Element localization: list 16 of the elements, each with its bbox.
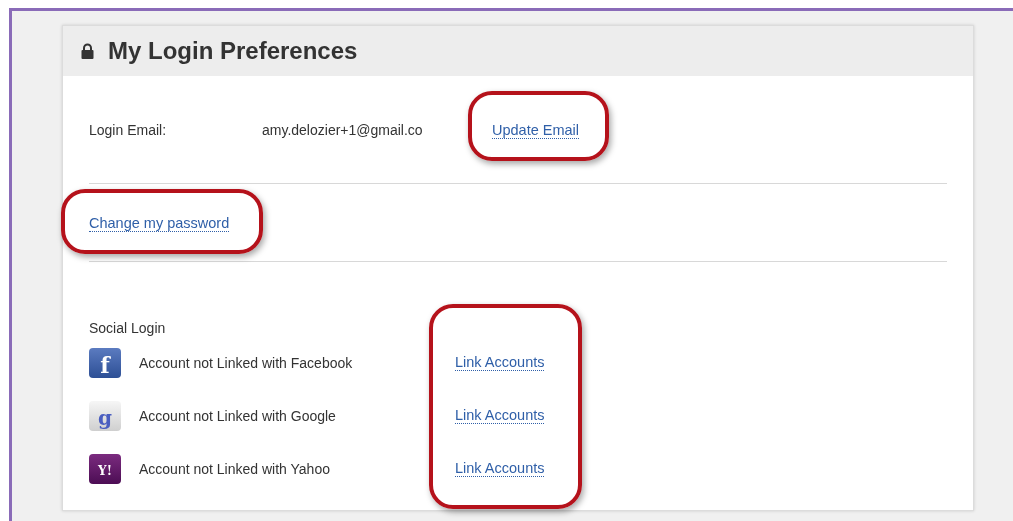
link-accounts-link[interactable]: Link Accounts	[455, 407, 545, 424]
link-status: Account not Linked with Google	[139, 407, 336, 424]
link-accounts-link[interactable]: Link Accounts	[455, 460, 545, 477]
link-status: Account not Linked with Facebook	[139, 354, 353, 371]
link-accounts-link[interactable]: Link Accounts	[455, 354, 545, 371]
link-status: Account not Linked with Yahoo	[139, 460, 330, 477]
lock-icon	[81, 43, 94, 59]
email-label: Login Email:	[89, 121, 168, 138]
social-login-heading: Social Login	[89, 320, 166, 336]
panel-title: My Login Preferences	[108, 37, 358, 65]
provider-logo-icon: g	[89, 400, 121, 431]
email-value: amy.delozier+1@gmail.co	[262, 121, 424, 138]
provider-logo-icon: Y!	[89, 453, 121, 484]
provider-logo-icon: f	[89, 347, 121, 378]
update-email-link[interactable]: Update Email	[492, 121, 580, 139]
change-password-link[interactable]: Change my password	[89, 214, 230, 232]
